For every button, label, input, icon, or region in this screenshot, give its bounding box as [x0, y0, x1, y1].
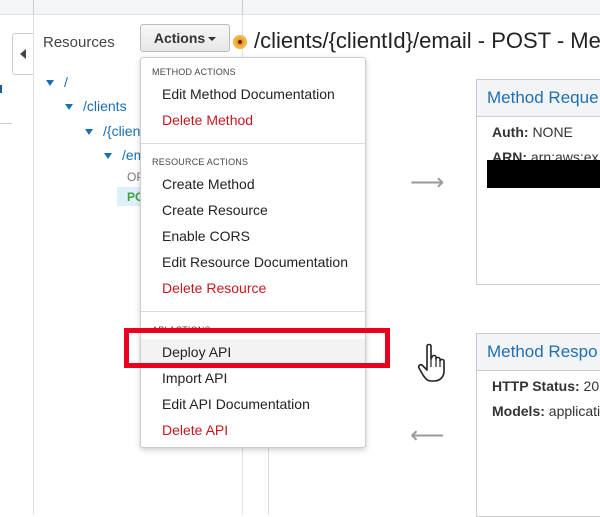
top-divider [33, 0, 34, 14]
auth-row: Auth: NONE [492, 124, 573, 140]
menu-divider [141, 143, 365, 144]
menu-item-import-api[interactable]: Import API [162, 370, 227, 386]
http-status-row: HTTP Status: 20 [492, 378, 599, 394]
method-request-title[interactable]: Method Reque [487, 88, 599, 108]
menu-item-delete-api[interactable]: Delete API [162, 422, 228, 438]
chevron-left-icon [20, 49, 26, 59]
menu-item-edit-api-documentation[interactable]: Edit API Documentation [162, 396, 310, 412]
http-status-value: 20 [583, 378, 600, 394]
menu-item-edit-method-documentation[interactable]: Edit Method Documentation [162, 86, 335, 102]
method-request-header: Method Reque [477, 80, 600, 117]
section-header-method-actions: METHOD ACTIONS [152, 67, 236, 77]
tree-item-label: / [64, 74, 68, 90]
tree-item-client-id[interactable]: /{client [85, 123, 144, 139]
caret-down-icon [208, 37, 217, 42]
top-divider [242, 0, 243, 14]
actions-label: Actions [153, 30, 206, 46]
method-response-header: Method Respo [477, 334, 600, 371]
expand-icon [65, 104, 73, 111]
tree-item-label: /clients [83, 98, 127, 114]
section-header-resource-actions: RESOURCE ACTIONS [152, 157, 249, 167]
arrow-left-icon: ⟵ [410, 422, 445, 449]
tree-item-label: /{client [103, 123, 145, 139]
menu-item-create-resource[interactable]: Create Resource [162, 202, 268, 218]
tree-method-post[interactable]: PO [117, 187, 144, 206]
auth-value: NONE [532, 124, 573, 140]
models-value: applicati [548, 403, 600, 419]
resources-title: Resources [43, 34, 115, 51]
http-status-label: HTTP Status: [492, 378, 580, 394]
models-label: Models: [492, 403, 545, 419]
redacted-block [487, 160, 600, 188]
menu-item-edit-resource-documentation[interactable]: Edit Resource Documentation [162, 254, 348, 270]
hand-pointer-icon [417, 343, 445, 382]
menu-divider [141, 311, 365, 312]
highlight-box [124, 328, 390, 368]
auth-label: Auth: [492, 124, 529, 140]
menu-item-delete-resource[interactable]: Delete Resource [162, 280, 266, 296]
menu-item-enable-cors[interactable]: Enable CORS [162, 228, 250, 244]
collapse-panel-button[interactable] [12, 33, 33, 75]
left-nav-marker [0, 85, 8, 93]
actions-button[interactable]: Actions [140, 24, 230, 52]
expand-icon [85, 129, 93, 136]
top-strip [0, 0, 600, 15]
page-title: /clients/{clientId}/email - POST - Me [254, 28, 600, 53]
menu-item-create-method[interactable]: Create Method [162, 176, 255, 192]
tree-item-root[interactable]: / [46, 74, 68, 90]
arrow-right-icon: ⟶ [410, 169, 445, 196]
expand-icon [46, 80, 54, 87]
status-dot-icon [233, 35, 247, 49]
actions-dropdown-menu: METHOD ACTIONS Edit Method Documentation… [140, 57, 366, 448]
expand-icon [104, 153, 112, 160]
method-response-card: Method Respo [476, 333, 600, 517]
tree-item-clients[interactable]: /clients [65, 98, 127, 114]
method-response-title[interactable]: Method Respo [487, 342, 598, 362]
models-row: Models: applicati [492, 403, 600, 419]
left-divider [0, 123, 12, 124]
menu-item-delete-method[interactable]: Delete Method [162, 112, 253, 128]
